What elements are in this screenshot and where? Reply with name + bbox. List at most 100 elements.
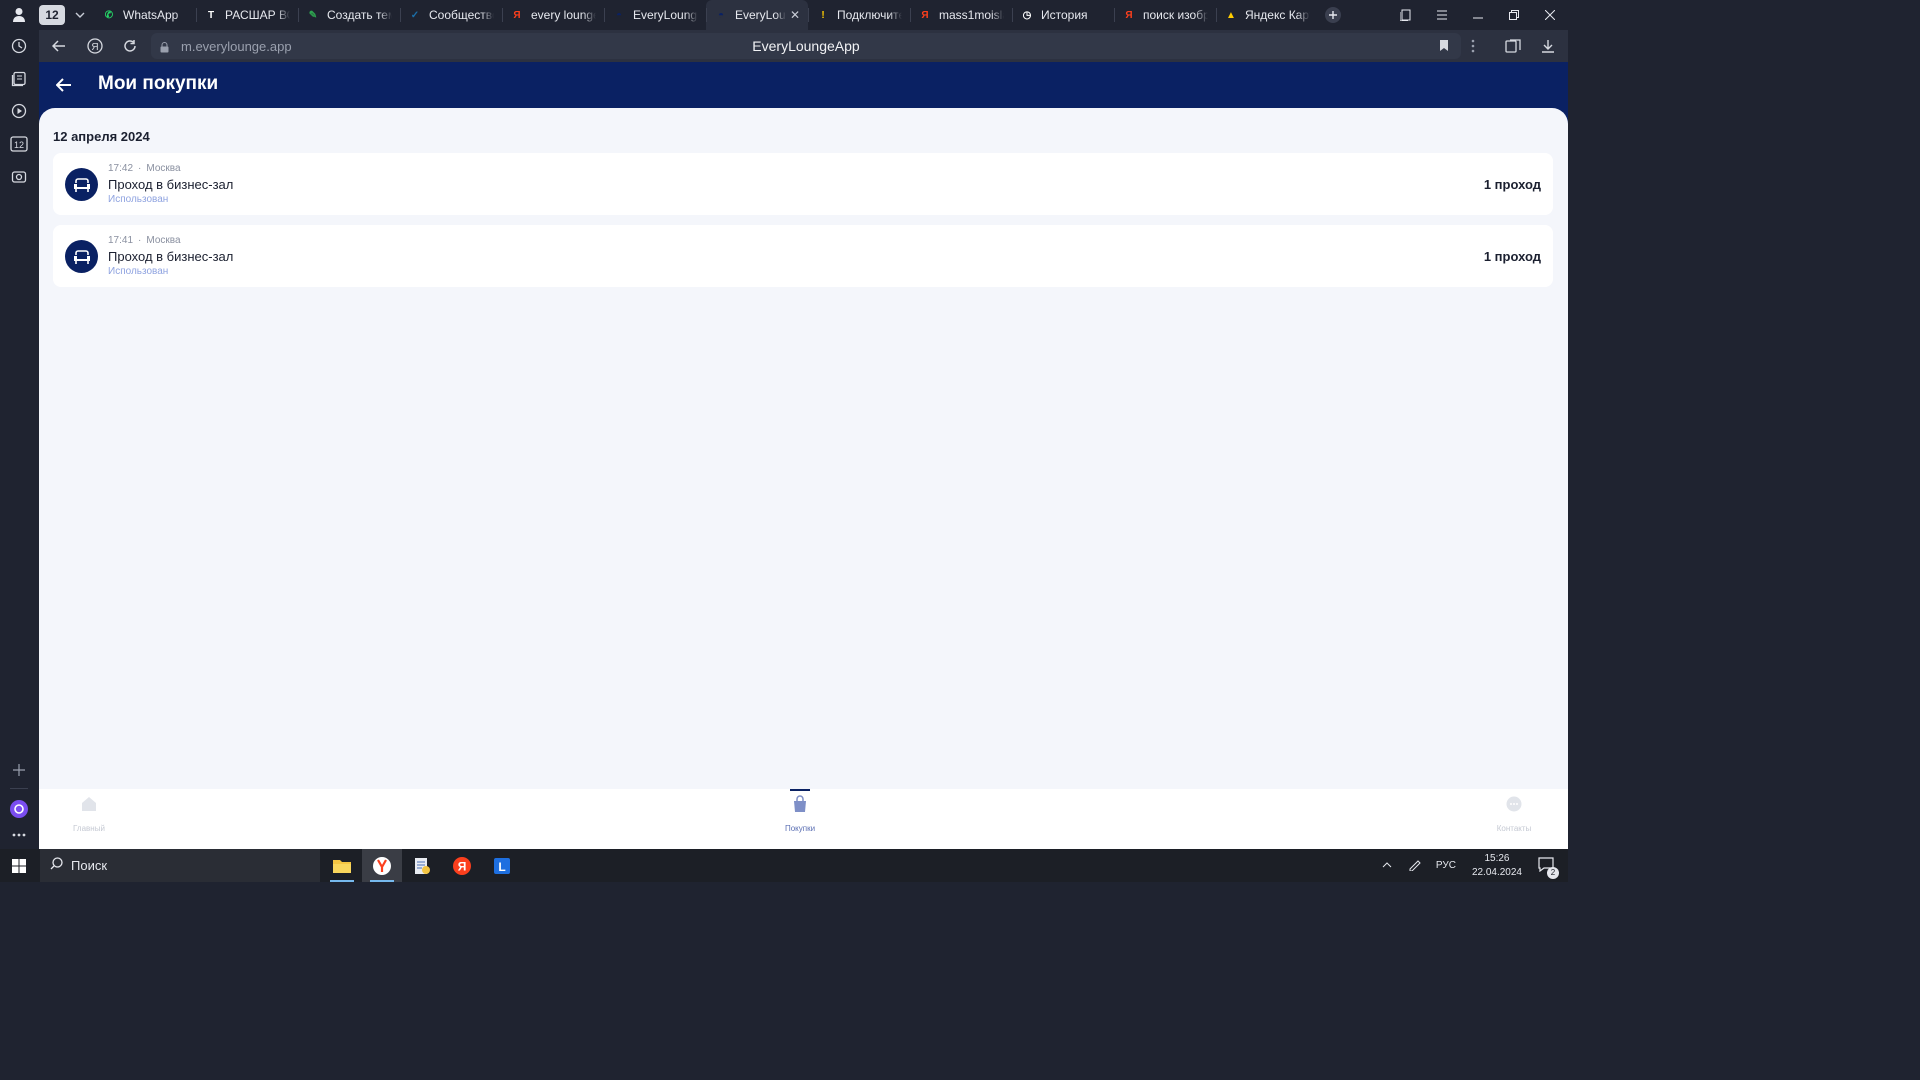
browser-tab[interactable]: ▲ Яндекс Карты (1216, 0, 1318, 30)
shield-icon: ! (821, 9, 825, 21)
browser-tab[interactable]: T РАСШАР ВО... (196, 0, 298, 30)
tab-label: WhatsApp (123, 8, 179, 22)
minimize-icon[interactable] (1460, 0, 1496, 30)
alice-assistant-icon[interactable] (8, 798, 30, 820)
lounge-chair-icon (65, 240, 98, 273)
tab-label: поиск изобр... (1143, 8, 1208, 22)
browser-toolbar: Я m.everylounge.app EveryLoungeApp (39, 30, 1568, 62)
document-app-icon[interactable] (402, 849, 442, 882)
purchase-time: 17:42 (108, 163, 134, 174)
nav-item-purchases[interactable]: Покупки (760, 789, 840, 833)
notification-icon[interactable]: 2 (1538, 856, 1559, 879)
chat-icon (1505, 795, 1523, 818)
page-title: Мои покупки (98, 73, 219, 94)
purchase-status: Использован (108, 194, 169, 205)
lock-icon (160, 40, 169, 58)
chevron-up-icon[interactable] (1382, 860, 1392, 871)
tab-label: Сообщество (429, 8, 494, 22)
svg-text:Я: Я (458, 859, 467, 873)
svg-text:Я: Я (91, 42, 98, 53)
tab-label: История (1041, 8, 1088, 22)
taskbar-search[interactable]: Поиск (40, 849, 320, 882)
browser-tab[interactable]: ◓ EveryLounge (604, 0, 706, 30)
tab-label: every lounge (531, 8, 596, 22)
yandex-icon: Я (513, 9, 521, 21)
kebab-menu-icon[interactable] (1455, 30, 1491, 62)
whatsapp-icon: ✆ (104, 9, 114, 21)
bookmark-icon[interactable] (1439, 39, 1449, 57)
browser-tab[interactable]: ✎ Создать тему (298, 0, 400, 30)
browser-sidebar: 12 (0, 30, 39, 849)
restore-icon[interactable] (1496, 0, 1532, 30)
purchase-time: 17:41 (108, 235, 134, 246)
tilda-icon: T (207, 9, 215, 21)
back-arrow-icon[interactable] (53, 74, 75, 96)
menu-icon[interactable] (1424, 0, 1460, 30)
back-arrow-icon[interactable] (41, 30, 77, 62)
yandex-maps-icon: ▲ (1226, 9, 1236, 21)
collections-icon[interactable] (1388, 0, 1424, 30)
nav-label-purchases: Покупки (784, 824, 816, 833)
nav-item-contacts[interactable]: Контакты (1474, 795, 1554, 833)
pen-icon[interactable] (1408, 857, 1422, 874)
tab-label: EveryLounge (633, 8, 698, 22)
browser-tab[interactable]: Япоиск изобр... (1114, 0, 1216, 30)
yandex-icon: Я (1125, 9, 1133, 21)
date-heading: 12 апреля 2024 (53, 129, 150, 144)
browser-tab[interactable]: ✆ WhatsApp (94, 0, 196, 30)
history-icon[interactable] (8, 35, 30, 57)
file-explorer-icon[interactable] (322, 849, 362, 882)
yandex-icon[interactable]: Я (442, 849, 482, 882)
forum-icon: ✎ (308, 9, 318, 21)
reader-mode-icon[interactable] (1495, 30, 1531, 62)
browser-tab[interactable]: ✓ Сообщество (400, 0, 502, 30)
svg-text:L: L (498, 860, 505, 874)
browser-tab[interactable]: ! Подключите... (808, 0, 910, 30)
calendar-icon[interactable]: 12 (8, 133, 30, 155)
browser-tab[interactable]: ◓ EveryLoun ✕ (706, 0, 808, 30)
profile-icon[interactable] (0, 0, 38, 30)
purchase-name: Проход в бизнес-зал (108, 249, 234, 264)
purchase-name: Проход в бизнес-зал (108, 177, 234, 192)
purchase-city: Москва (146, 235, 181, 246)
chevron-down-icon[interactable] (66, 0, 94, 30)
browser-tab[interactable]: Яmass1moisla... (910, 0, 1012, 30)
purchase-status: Использован (108, 266, 169, 277)
purchase-card[interactable]: 17:42 · Москва Проход в бизнес-зал Использов… (53, 153, 1553, 215)
separator-dot: · (138, 235, 142, 246)
app-header: Мои покупки (39, 62, 1568, 108)
svg-text:12: 12 (14, 140, 24, 150)
language-indicator[interactable]: РУС (1436, 860, 1456, 871)
browser-tab[interactable]: ◷ История (1012, 0, 1114, 30)
screenshot-icon[interactable] (8, 166, 30, 188)
nav-label-contacts: Контакты (1496, 824, 1532, 833)
windows-taskbar: Поиск Я L РУС 15:26 22.04.2024 2 (0, 849, 1568, 882)
notification-count: 2 (1547, 866, 1559, 879)
purchase-quantity: 1 проход (1483, 249, 1541, 264)
browser-tab[interactable]: Яevery lounge (502, 0, 604, 30)
purchase-card[interactable]: 17:41 · Москва Проход в бизнес-зал Использов… (53, 225, 1553, 287)
nav-item-home[interactable]: Главный (49, 795, 129, 833)
download-icon[interactable] (1530, 30, 1566, 62)
tab-label: EveryLoun (735, 8, 786, 22)
windows-start-icon[interactable] (0, 849, 38, 882)
yandex-browser-taskbar-icon[interactable] (362, 849, 402, 882)
collections-icon[interactable] (8, 68, 30, 90)
search-placeholder: Поиск (71, 858, 108, 873)
l-app-icon[interactable]: L (482, 849, 522, 882)
close-tab-icon[interactable]: ✕ (790, 8, 800, 22)
tab-counter: 12 (39, 5, 65, 25)
tab-counter-button[interactable]: 12 (38, 5, 66, 25)
close-icon[interactable] (1532, 0, 1568, 30)
more-icon[interactable] (8, 824, 30, 846)
new-tab-button[interactable] (1318, 0, 1348, 30)
yandex-logo-icon[interactable]: Я (77, 30, 113, 62)
sidebar-divider (10, 788, 28, 789)
clock-time: 15:26 (1484, 852, 1510, 864)
address-bar[interactable]: m.everylounge.app EveryLoungeApp (151, 33, 1461, 59)
clock[interactable]: 15:26 22.04.2024 (1472, 852, 1522, 880)
separator-dot: · (138, 163, 142, 174)
reload-icon[interactable] (112, 30, 148, 62)
play-icon[interactable] (8, 100, 30, 122)
add-icon[interactable] (8, 759, 30, 781)
